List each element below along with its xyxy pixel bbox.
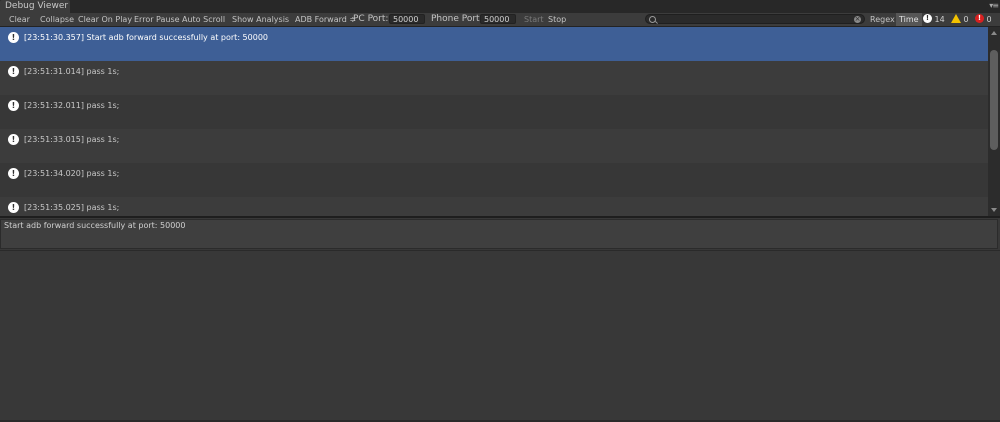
warning-icon [951, 14, 961, 23]
phone-port-label: Phone Port: [431, 14, 483, 24]
debug-viewer-window: Debug Viewer ▾≡ Clear Collapse Clear On … [0, 0, 1000, 422]
warning-filter-toggle[interactable]: 0 [951, 13, 969, 26]
error-pause-button[interactable]: Error Pause [134, 13, 180, 26]
log-message: [23:51:35.025] pass 1s; [24, 203, 120, 212]
info-icon: ! [8, 100, 19, 111]
window-menu-icon[interactable]: ▾≡ [989, 1, 999, 10]
log-message: [23:51:34.020] pass 1s; [24, 169, 120, 178]
collapse-button[interactable]: Collapse [40, 13, 74, 26]
warning-count: 0 [963, 15, 969, 24]
error-filter-toggle[interactable]: ! 0 [975, 13, 992, 26]
log-message: [23:51:32.011] pass 1s; [24, 101, 120, 110]
search-icon [649, 16, 656, 23]
adb-forward-label: ADB Forward [295, 15, 347, 24]
log-message: [23:51:30.357] Start adb forward success… [24, 33, 268, 42]
log-row[interactable]: ! [23:51:32.011] pass 1s; [0, 95, 988, 129]
regex-toggle[interactable]: Regex [870, 13, 895, 26]
log-row[interactable]: ! [23:51:31.014] pass 1s; [0, 61, 988, 95]
divider [0, 250, 1000, 251]
toolbar: Clear Collapse Clear On Play Error Pause… [0, 13, 1000, 27]
detail-message-box[interactable]: Start adb forward successfully at port: … [0, 219, 998, 249]
detail-pane: Start adb forward successfully at port: … [0, 218, 1000, 422]
detail-message: Start adb forward successfully at port: … [4, 221, 186, 230]
log-row[interactable]: ! [23:51:35.025] pass 1s; [0, 197, 988, 216]
clear-button[interactable]: Clear [9, 13, 30, 26]
tab-title: Debug Viewer [5, 1, 69, 11]
log-scrollbar[interactable] [988, 27, 1000, 216]
info-filter-toggle[interactable]: ! 14 [923, 13, 945, 26]
phone-port-input[interactable]: 50000 [480, 14, 516, 24]
info-icon: ! [8, 134, 19, 145]
log-row[interactable]: ! [23:51:33.015] pass 1s; [0, 129, 988, 163]
search-field[interactable]: × [645, 14, 865, 24]
time-toggle[interactable]: Time [896, 13, 922, 26]
pc-port-input[interactable]: 50000 [389, 14, 425, 24]
error-icon: ! [975, 14, 984, 23]
log-message: [23:51:31.014] pass 1s; [24, 67, 120, 76]
auto-scroll-button[interactable]: Auto Scroll [182, 13, 225, 26]
info-icon: ! [923, 14, 932, 23]
scroll-up-icon[interactable] [991, 31, 997, 35]
clear-search-icon[interactable]: × [854, 16, 861, 23]
info-icon: ! [8, 32, 19, 43]
info-icon: ! [8, 66, 19, 77]
pc-port-label: PC Port: [353, 14, 389, 24]
stop-button[interactable]: Stop [548, 13, 566, 26]
tab-debug-viewer[interactable]: Debug Viewer [0, 0, 70, 13]
info-count: 14 [934, 15, 945, 24]
log-message: [23:51:33.015] pass 1s; [24, 135, 120, 144]
info-icon: ! [8, 168, 19, 179]
clear-on-play-button[interactable]: Clear On Play [78, 13, 132, 26]
start-button[interactable]: Start [524, 13, 544, 26]
log-list[interactable]: ! [23:51:30.357] Start adb forward succe… [0, 27, 988, 216]
log-row[interactable]: ! [23:51:30.357] Start adb forward succe… [0, 27, 988, 61]
tab-strip: Debug Viewer ▾≡ [0, 0, 1000, 13]
error-count: 0 [986, 15, 992, 24]
show-analysis-button[interactable]: Show Analysis [232, 13, 289, 26]
adb-forward-dropdown[interactable]: ADB Forward ≑ [295, 13, 356, 26]
scrollbar-thumb[interactable] [990, 50, 998, 150]
info-icon: ! [8, 202, 19, 213]
log-row[interactable]: ! [23:51:34.020] pass 1s; [0, 163, 988, 197]
scroll-down-icon[interactable] [991, 208, 997, 212]
